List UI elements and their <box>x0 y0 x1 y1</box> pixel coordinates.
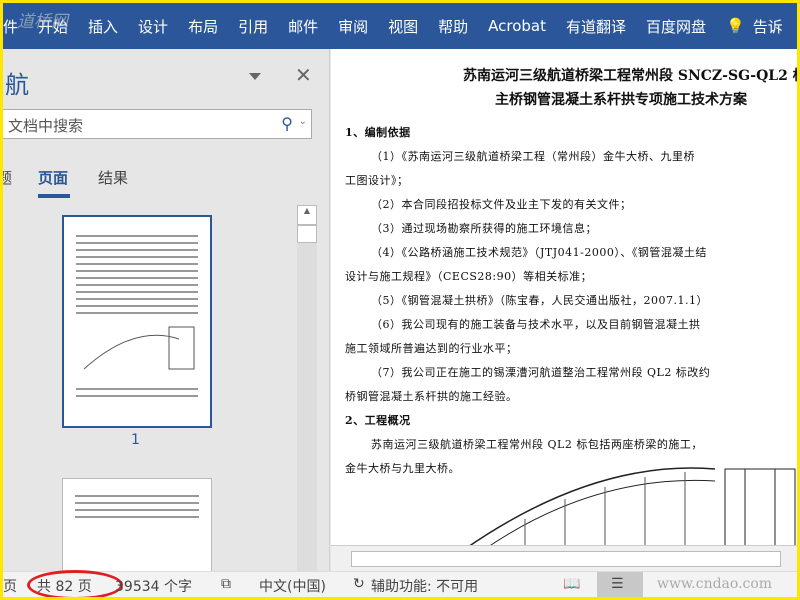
watermark-logo: 道桥网 <box>17 12 68 32</box>
paragraph-line: （3）通过现场勘察所获得的施工环境信息； <box>371 222 597 235</box>
horizontal-scrollbar[interactable] <box>331 545 797 571</box>
tab-headings[interactable]: 题 <box>3 167 12 188</box>
doc-title-line1: 苏南运河三级航道桥梁工程常州段 SNCZ-SG-QL2 标 <box>463 68 797 84</box>
ribbon-tab-acrobat[interactable]: Acrobat <box>488 17 546 35</box>
paragraph-line: （1）《苏南运河三级航道桥梁工程（常州段）金牛大桥、九里桥 <box>371 150 695 163</box>
search-icon[interactable]: ⚲ <box>281 114 293 133</box>
paragraph-line: 设计与施工规程》（CECS28:90）等相关标准； <box>345 270 593 283</box>
paragraph-line: （2）本合同段招投标文件及业主下发的有关文件； <box>371 198 632 211</box>
tab-pages[interactable]: 页面 <box>38 167 68 188</box>
nav-title: 航 <box>5 71 29 99</box>
ribbon-tab-references[interactable]: 引用 <box>238 16 268 37</box>
search-placeholder: 文档中搜索 <box>8 117 84 135</box>
scroll-up-icon[interactable]: ▲ <box>297 205 317 225</box>
page-thumbnail-2[interactable] <box>62 478 212 578</box>
section-heading: 1、编制依据 <box>345 126 411 139</box>
tell-me[interactable]: 告诉 <box>753 16 783 37</box>
ribbon-tab-insert[interactable]: 插入 <box>88 16 118 37</box>
doc-title-line2: 主桥钢管混凝土系杆拱专项施工技术方案 <box>495 92 747 108</box>
status-bar: 页 共 82 页 39534 个字 ⧉ 中文(中国) ↻ 辅助功能: 不可用 📖… <box>3 570 797 597</box>
ribbon-tab-review[interactable]: 审阅 <box>338 16 368 37</box>
ribbon-tab-baidu[interactable]: 百度网盘 <box>646 16 706 37</box>
paragraph-line: （5）《钢管混凝土拱桥》（陈宝春，人民交通出版社，2007.1.1） <box>371 294 708 307</box>
watermark-url: www.cndao.com <box>657 576 773 592</box>
print-layout-button[interactable]: ☰ <box>597 572 643 597</box>
ribbon-tab-view[interactable]: 视图 <box>388 16 418 37</box>
paragraph-line: 施工领域所普遍达到的行业水平； <box>345 342 518 355</box>
highlight-circle <box>27 570 123 597</box>
document-area[interactable]: 苏南运河三级航道桥梁工程常州段 SNCZ-SG-QL2 标 主桥钢管混凝土系杆拱… <box>331 49 797 571</box>
paragraph-line: （7）我公司正在施工的锡溧漕河航道整治工程常州段 QL2 标改约 <box>371 366 711 379</box>
word-count[interactable]: 39534 个字 <box>115 576 192 596</box>
page-indicator[interactable]: 页 <box>3 576 17 596</box>
paragraph-line: 金牛大桥与九里大桥。 <box>345 462 460 475</box>
scroll-thumb[interactable] <box>351 551 781 567</box>
paragraph-line: 桥钢管混凝土系杆拱的施工经验。 <box>345 390 518 403</box>
bridge-drawing <box>464 467 796 549</box>
page-number-label: 1 <box>131 432 140 448</box>
tab-results[interactable]: 结果 <box>98 167 128 188</box>
ribbon-tab-mailings[interactable]: 邮件 <box>288 16 318 37</box>
close-icon[interactable]: ✕ <box>295 63 312 87</box>
word-window: 道桥网 件 开始 插入 设计 布局 引用 邮件 审阅 视图 帮助 Acrobat… <box>3 3 797 597</box>
ribbon-tab-layout[interactable]: 布局 <box>188 16 218 37</box>
paragraph-line: （4）《公路桥涵施工技术规范》（JTJ041-2000）、《钢管混凝土结 <box>371 246 707 259</box>
language[interactable]: 中文(中国) <box>259 576 326 596</box>
paragraph-line: （6）我公司现有的施工装备与技术水平，以及目前钢管混凝土拱 <box>371 318 701 331</box>
ribbon-tab-help[interactable]: 帮助 <box>438 16 468 37</box>
navigation-pane: 航 ✕ 文档中搜索 ⚲ ⌄ 题 页面 结果 1 ▲ <box>3 49 330 578</box>
print-layout-icon: ☰ <box>611 576 624 592</box>
ribbon-tab-design[interactable]: 设计 <box>138 16 168 37</box>
page-thumbnail-1[interactable] <box>62 215 212 428</box>
chevron-down-icon[interactable]: ⌄ <box>299 116 307 127</box>
lightbulb-icon[interactable]: 💡 <box>726 17 745 35</box>
search-input[interactable]: 文档中搜索 ⚲ ⌄ <box>3 109 312 139</box>
section-heading: 2、工程概况 <box>345 414 411 427</box>
accessibility-status[interactable]: 辅助功能: 不可用 <box>371 576 478 596</box>
ribbon-tabs: 道桥网 件 开始 插入 设计 布局 引用 邮件 审阅 视图 帮助 Acrobat… <box>3 3 797 49</box>
proofing-icon[interactable]: ⧉ <box>221 576 231 592</box>
read-mode-icon[interactable]: 📖 <box>563 576 580 592</box>
active-tab-indicator <box>38 194 70 198</box>
accessibility-icon[interactable]: ↻ <box>353 576 365 592</box>
bridge-thumbnail <box>83 326 195 370</box>
scroll-thumb[interactable] <box>297 225 317 243</box>
ribbon-tab[interactable]: 件 <box>3 16 18 37</box>
dropdown-icon[interactable] <box>249 73 261 80</box>
nav-scrollbar[interactable]: ▲ <box>297 205 317 571</box>
document-page[interactable]: 苏南运河三级航道桥梁工程常州段 SNCZ-SG-QL2 标 主桥钢管混凝土系杆拱… <box>345 49 797 549</box>
paragraph-line: 工图设计》； <box>345 174 409 187</box>
ribbon-tab-youdao[interactable]: 有道翻译 <box>566 16 626 37</box>
